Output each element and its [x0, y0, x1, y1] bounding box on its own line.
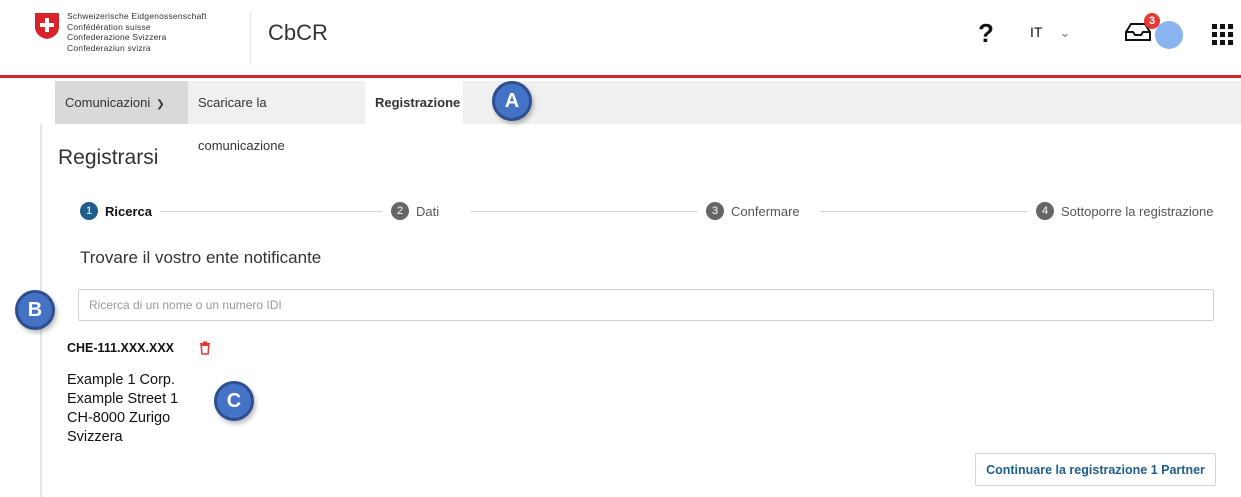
- callout-c: C: [214, 381, 254, 421]
- confederation-line: Confédération suisse: [67, 21, 151, 32]
- search-input[interactable]: [78, 289, 1214, 321]
- confederation-line: Confederaziun svizra: [67, 42, 151, 53]
- swiss-flag-icon: [35, 13, 59, 39]
- result-id: CHE-111.XXX.XXX: [67, 341, 175, 355]
- chevron-down-icon[interactable]: ⌄: [1059, 24, 1071, 41]
- step-label: Sottoporre la registrazione: [1061, 203, 1214, 219]
- address-line: Example 1 Corp.: [67, 372, 175, 388]
- section-title: Trovare il vostro ente notificante: [80, 248, 322, 267]
- nav-item-comunicazioni[interactable]: Comunicazioni ❯: [55, 81, 188, 124]
- nav-item-label: Comunicazioni: [65, 95, 151, 110]
- step-confermare: 3 Confermare: [706, 202, 800, 220]
- step-connector: [160, 211, 382, 212]
- app-header: Schweizerische Eidgenossenschaft Confédé…: [0, 0, 1241, 78]
- apps-grid-icon[interactable]: [1212, 24, 1233, 45]
- main-nav: Comunicazioni ❯ Scaricare la comunicazion…: [55, 81, 1241, 153]
- address-line: Svizzera: [67, 429, 123, 445]
- step-connector: [820, 211, 1027, 212]
- help-icon[interactable]: ?: [978, 18, 994, 49]
- chevron-down-icon: ❯: [156, 99, 165, 110]
- nav-item-download[interactable]: Scaricare la comunicazione: [188, 81, 365, 153]
- step-ricerca: 1 Ricerca: [80, 202, 152, 220]
- avatar[interactable]: [1155, 21, 1183, 49]
- step-label: Confermare: [731, 203, 800, 219]
- step-number: 2: [391, 202, 409, 220]
- address-line: Example Street 1: [67, 391, 179, 407]
- step-number: 4: [1036, 202, 1054, 220]
- page-title: Registrarsi: [58, 146, 159, 169]
- confederation-label: Schweizerische Eidgenossenschaft Confédé…: [67, 11, 207, 53]
- step-sottoporre: 4 Sottoporre la registrazione: [1036, 202, 1213, 220]
- result-address: Example 1 Corp. Example Street 1 CH-8000…: [67, 371, 178, 447]
- confederation-line: Confederazione Svizzera: [67, 32, 167, 42]
- address-line: CH-8000 Zurigo: [67, 410, 171, 426]
- confederation-line: Schweizerische Eidgenossenschaft: [67, 11, 207, 21]
- step-number: 1: [80, 202, 98, 220]
- step-label: Dati: [416, 203, 440, 219]
- language-selector[interactable]: IT: [1030, 24, 1042, 40]
- step-number: 3: [706, 202, 724, 220]
- step-connector: [470, 211, 698, 212]
- nav-item-registrazione[interactable]: Registrazione: [365, 81, 463, 124]
- app-title: CbCR: [268, 20, 328, 45]
- callout-b: B: [15, 290, 55, 330]
- header-divider: [250, 12, 251, 64]
- step-label: Ricerca: [105, 203, 152, 219]
- continue-registration-button[interactable]: Continuare la registrazione 1 Partner: [975, 453, 1216, 486]
- trash-icon[interactable]: [199, 341, 211, 355]
- callout-a: A: [492, 81, 532, 121]
- step-dati: 2 Dati: [391, 202, 439, 220]
